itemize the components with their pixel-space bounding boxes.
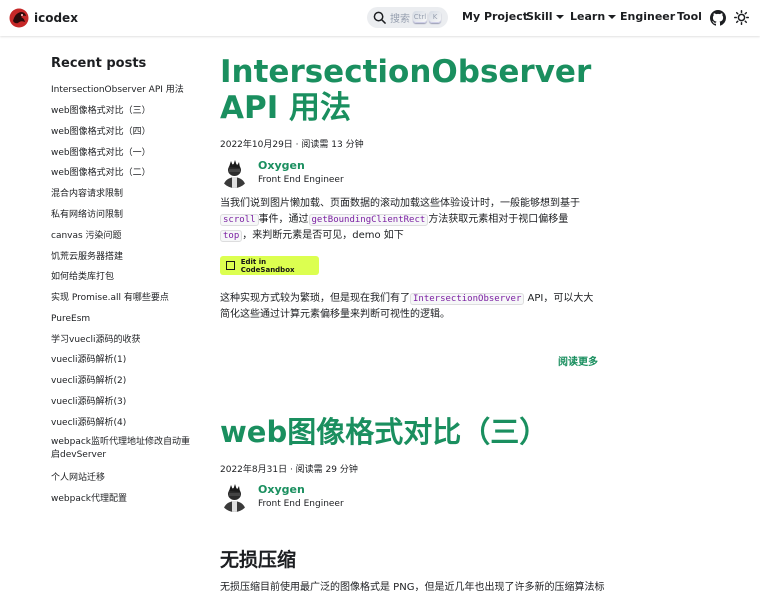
inline-code: top <box>220 230 243 242</box>
nav-engineer-label: Engineer <box>620 10 676 23</box>
post-excerpt: 无损压缩目前使用最广泛的图像格式是 PNG，但是近几年也出现了许多新的压缩算法标 <box>220 582 605 593</box>
sidebar-item[interactable]: web图像格式对比（四） <box>51 126 201 139</box>
inline-code: scroll <box>220 214 259 226</box>
theme-toggle-icon[interactable] <box>734 10 749 25</box>
nav-skill-dropdown[interactable]: Skill <box>526 10 564 23</box>
codesandbox-button[interactable]: Edit in CodeSandbox <box>220 256 319 275</box>
inline-code: IntersectionObserver <box>410 293 525 305</box>
sidebar-item[interactable]: web图像格式对比（三） <box>51 105 201 118</box>
sidebar-item[interactable]: 饥荒云服务器搭建 <box>51 251 201 264</box>
sidebar-item[interactable]: 学习vuecli源码的收获 <box>51 334 201 347</box>
sidebar-item[interactable]: IntersectionObserver API 用法 <box>51 84 201 97</box>
sidebar-item[interactable]: vuecli源码解析(4) <box>51 417 201 430</box>
sidebar-item[interactable]: 个人网站迁移 <box>51 472 201 485</box>
author-role: Front End Engineer <box>258 175 344 185</box>
sidebar-item[interactable]: 私有网络访问限制 <box>51 209 201 222</box>
sidebar-item[interactable]: webpack监听代理地址修改自动重启devServer <box>51 436 196 462</box>
nav-my-project[interactable]: My Project <box>462 10 528 23</box>
post-excerpt: 当我们说到图片懒加载、页面数据的滚动加载这些体验设计时，一般能够想到基于 scro… <box>220 196 596 244</box>
nav-skill-label: Skill <box>526 10 553 23</box>
codesandbox-icon <box>226 261 235 270</box>
sidebar-item[interactable]: 实现 Promise.all 有哪些要点 <box>51 292 201 305</box>
text-span: 方法获取元素相对于视口偏移量 <box>428 214 569 225</box>
post-title-link[interactable]: web图像格式对比（三） <box>220 414 548 450</box>
sidebar-item[interactable]: webpack代理配置 <box>51 493 201 506</box>
logo-icon <box>9 8 29 28</box>
sidebar-item[interactable]: vuecli源码解析(1) <box>51 354 201 367</box>
post-title-line: API 用法 <box>220 90 352 126</box>
nav-learn-label: Learn <box>570 10 606 23</box>
sidebar-item[interactable]: canvas 污染问题 <box>51 230 201 243</box>
text-span: 这种实现方式较为繁琐，但是现在我们有了 <box>220 293 410 304</box>
author-name-link[interactable]: Oxygen <box>258 159 305 172</box>
sidebar-item[interactable]: PureEsm <box>51 313 201 326</box>
codesandbox-label: Edit in CodeSandbox <box>240 257 295 274</box>
avatar[interactable] <box>220 483 249 512</box>
sidebar-item[interactable]: web图像格式对比（一） <box>51 147 201 160</box>
nav-engineer[interactable]: Engineer <box>620 10 675 23</box>
sidebar-item[interactable]: vuecli源码解析(3) <box>51 396 201 409</box>
avatar[interactable] <box>220 159 249 188</box>
avatar-image <box>220 159 249 188</box>
post-meta: 2022年8月31日 · 阅读需 29 分钟 <box>220 465 358 475</box>
author-name-link[interactable]: Oxygen <box>258 483 305 496</box>
github-icon[interactable] <box>710 10 726 26</box>
brand-link[interactable]: icodex <box>9 8 78 28</box>
sidebar-item[interactable]: 如何给类库打包 <box>51 271 201 284</box>
navbar: icodex 搜索 Ctrl K My Project Skill Learn … <box>0 0 760 36</box>
text-span: ，来判断元素是否可见，demo 如下 <box>242 230 404 241</box>
brand-title: icodex <box>34 11 78 25</box>
sidebar-item[interactable]: vuecli源码解析(2) <box>51 375 201 388</box>
search-placeholder: 搜索 <box>390 14 410 25</box>
inline-code: getBoundingClientRect <box>308 214 429 226</box>
text-span: 事件，通过 <box>258 214 309 225</box>
kbd-ctrl: Ctrl <box>413 11 427 23</box>
kbd-k: K <box>429 11 441 23</box>
nav-tool-label: Tool <box>677 10 702 23</box>
post-meta: 2022年10月29日 · 阅读需 13 分钟 <box>220 140 364 150</box>
author-role: Front End Engineer <box>258 499 344 509</box>
section-heading: 无损压缩 <box>220 549 297 571</box>
chevron-down-icon <box>555 14 564 19</box>
sidebar-item[interactable]: web图像格式对比（二） <box>51 167 201 180</box>
read-more-link[interactable]: 阅读更多 <box>558 353 598 368</box>
sidebar-item[interactable]: 混合内容请求限制 <box>51 188 201 201</box>
chevron-down-icon <box>608 14 617 19</box>
nav-my-project-label: My Project <box>462 10 528 23</box>
post-title-line: IntersectionObserver <box>220 54 592 90</box>
post-title-link[interactable]: IntersectionObserver API 用法 <box>220 54 591 126</box>
avatar-image <box>220 483 249 512</box>
nav-learn-dropdown[interactable]: Learn <box>570 10 617 23</box>
search-button[interactable]: 搜索 Ctrl K <box>367 7 448 28</box>
search-icon <box>373 11 386 24</box>
sidebar-title: Recent posts <box>51 56 147 71</box>
nav-tool[interactable]: Tool <box>677 10 702 23</box>
text-span: 当我们说到图片懒加载、页面数据的滚动加载这些体验设计时，一般能够想到基于 <box>220 198 580 209</box>
post-excerpt: 这种实现方式较为繁琐，但是现在我们有了 IntersectionObserver … <box>220 291 596 323</box>
